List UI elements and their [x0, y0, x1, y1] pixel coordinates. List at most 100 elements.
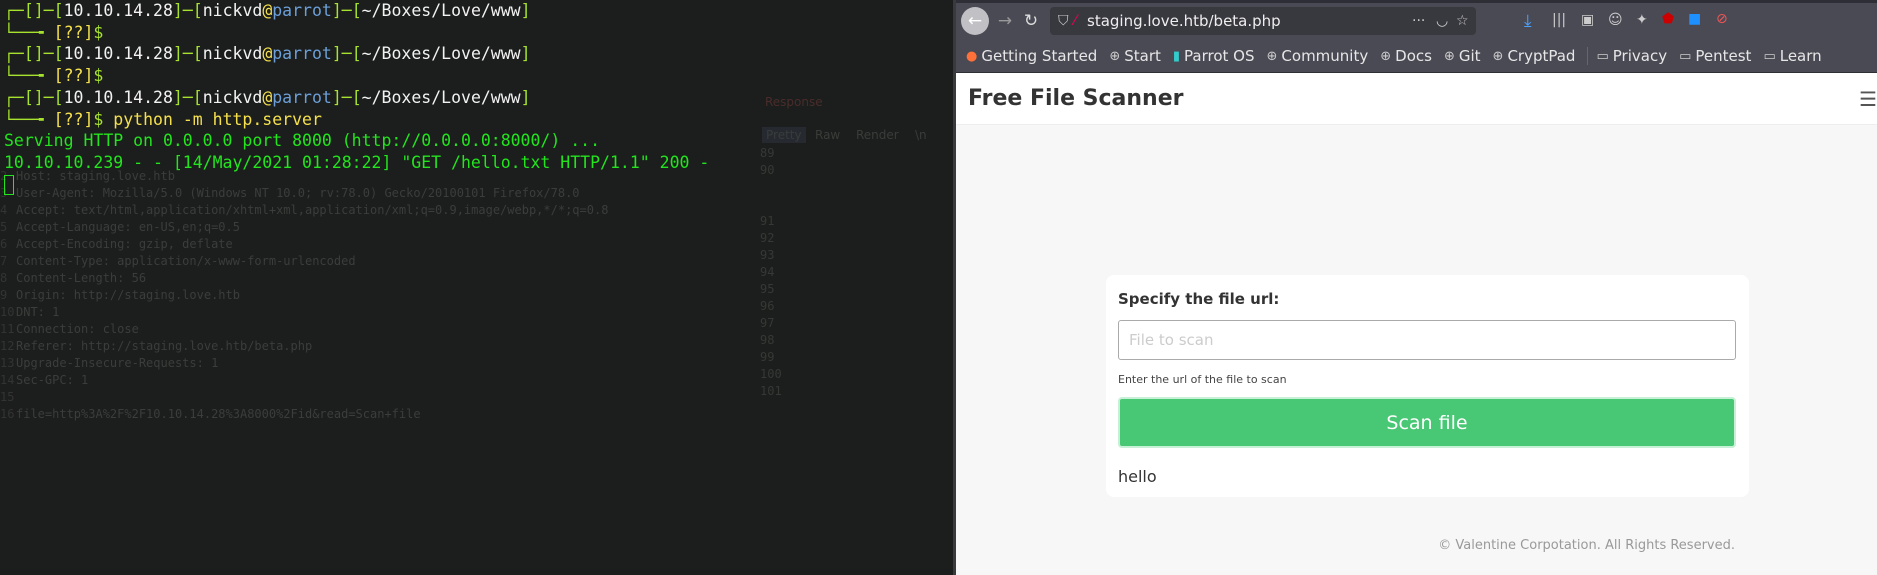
blocker-extension-icon[interactable]: ⊘	[1716, 11, 1728, 27]
burp-line-number: 92	[760, 231, 775, 245]
footer-copyright: © Valentine Corpotation. All Rights Rese…	[1438, 538, 1735, 553]
server-log-line: 10.10.10.239 - - [14/May/2021 01:28:22] …	[4, 152, 710, 172]
globe-icon: ⊕	[1380, 48, 1392, 64]
library-icon[interactable]: |||	[1552, 12, 1566, 28]
file-url-help: Enter the url of the file to scan	[1118, 373, 1287, 386]
terminal-window[interactable]: Response Pretty Raw Render \n 2 Host: sta…	[0, 0, 953, 575]
prompt-line: ┌─[]─[10.10.14.28]─[nickvd@parrot]─[~/Bo…	[4, 44, 531, 64]
prompt-input-line: └──╼ [??]$	[4, 66, 104, 86]
shield-icon: ⛉	[1058, 13, 1069, 29]
burp-request-line: 10 DNT: 1	[0, 305, 60, 319]
folder-icon: ▭	[1596, 48, 1609, 64]
burp-tab-render: Render	[856, 128, 899, 142]
burp-response-label: Response	[765, 95, 823, 109]
globe-icon: ⊕	[1266, 48, 1278, 64]
burp-response-line-numbers: 89 90 91 92 93 94 95 96 97 98 99 100 101	[760, 145, 782, 400]
scan-form-card: Specify the file url: Enter the url of t…	[1106, 275, 1749, 497]
bookmarks-bar: ● Getting Started ⊕ Start ▮ Parrot OS ⊕ Communi…	[956, 40, 1877, 73]
prompt-input-line: └──╼ [??]$ python -m http.server	[4, 109, 322, 129]
pocket-icon[interactable]: ◡	[1436, 7, 1448, 35]
back-button[interactable]: ←	[961, 7, 989, 35]
reload-button[interactable]: ↻	[1017, 7, 1045, 35]
bookmark-label: Git	[1458, 47, 1481, 65]
burp-line-number: 99	[760, 350, 775, 364]
burp-tab-newline: \n	[915, 128, 927, 142]
file-url-label: Specify the file url:	[1118, 290, 1280, 308]
download-icon[interactable]: ⤓	[1524, 11, 1532, 31]
bookmark-parrot-os[interactable]: ▮ Parrot OS	[1173, 47, 1255, 65]
forward-button[interactable]: →	[991, 7, 1019, 35]
bookmark-community[interactable]: ⊕ Community	[1267, 47, 1369, 65]
star-icon[interactable]: ☆	[1456, 7, 1469, 35]
s-extension-icon[interactable]: ■	[1688, 11, 1701, 27]
bookmark-privacy[interactable]: ▭ Privacy	[1587, 47, 1667, 65]
navbar: Free File Scanner ☰	[956, 73, 1877, 125]
bookmark-label: Privacy	[1612, 47, 1668, 65]
prompt-input-line: └──╼ [??]$	[4, 22, 104, 42]
burp-request-line: 12 Referer: http://staging.love.htb/beta.…	[0, 339, 313, 353]
bookmark-label: Community	[1281, 47, 1369, 65]
ublock-icon[interactable]: ⬟	[1662, 11, 1674, 27]
prompt-line: ┌─[]─[10.10.14.28]─[nickvd@parrot]─[~/Bo…	[4, 1, 531, 20]
account-icon[interactable]: ☺	[1608, 12, 1623, 28]
burp-line-number: 94	[760, 265, 775, 279]
bookmark-label: Pentest	[1695, 47, 1752, 65]
hamburger-menu-icon[interactable]: ☰	[1859, 87, 1877, 111]
file-url-input[interactable]	[1118, 320, 1736, 360]
globe-icon: ⊕	[1492, 48, 1504, 64]
burp-line-number: 91	[760, 214, 775, 228]
sidebar-icon[interactable]: ▣	[1581, 12, 1594, 28]
terminal-cursor	[4, 175, 14, 196]
burp-line-number: 90	[760, 163, 775, 177]
bookmark-cryptpad[interactable]: ⊕ CryptPad	[1493, 47, 1576, 65]
burp-request-line: 14 Sec-GPC: 1	[0, 373, 89, 387]
url-bar[interactable]: ⛉ ⁄ staging.love.htb/beta.php ··· ◡ ☆	[1050, 7, 1476, 35]
bookmark-label: Docs	[1395, 47, 1432, 65]
extension-icon[interactable]: ✦	[1636, 12, 1648, 28]
bookmark-label: CryptPad	[1507, 47, 1576, 65]
burp-line-number: 98	[760, 333, 775, 347]
burp-request-line: 5 Accept-Language: en-US,en;q=0.5	[0, 220, 240, 234]
folder-icon: ▭	[1679, 48, 1692, 64]
bookmark-label: Parrot OS	[1184, 47, 1255, 65]
page-content: Free File Scanner ☰ Specify the file url…	[956, 73, 1877, 575]
burp-line-number: 89	[760, 146, 775, 160]
burp-line-number: 93	[760, 248, 775, 262]
command: python -m http.server	[113, 109, 322, 129]
globe-icon: ⊕	[1109, 48, 1121, 64]
more-icon[interactable]: ···	[1412, 7, 1425, 35]
folder-icon: ▭	[1763, 48, 1776, 64]
burp-line-number: 95	[760, 282, 775, 296]
bookmark-label: Getting Started	[981, 47, 1098, 65]
bookmark-learn[interactable]: ▭ Learn	[1763, 47, 1821, 65]
bookmark-start[interactable]: ⊕ Start	[1109, 47, 1161, 65]
scan-result: hello	[1118, 467, 1157, 486]
browser-window: ← → ↻ ⌂ ⛉ ⁄ staging.love.htb/beta.php ··…	[956, 0, 1877, 575]
bookmark-pentest[interactable]: ▭ Pentest	[1679, 47, 1751, 65]
burp-line-number: 101	[760, 384, 782, 398]
burp-request-line: 16 file=http%3A%2F%2F10.10.14.28%3A8000%2…	[0, 407, 421, 421]
burp-tab-pretty: Pretty	[762, 127, 806, 143]
burp-request-line: 4 Accept: text/html,application/xhtml+xml…	[0, 203, 609, 217]
burp-line-number: 96	[760, 299, 775, 313]
page-title[interactable]: Free File Scanner	[968, 86, 1184, 111]
burp-request-line: 6 Accept-Encoding: gzip, deflate	[0, 237, 233, 251]
burp-request-line: 11 Connection: close	[0, 322, 139, 336]
globe-icon: ⊕	[1443, 48, 1455, 64]
parrot-icon: ▮	[1172, 48, 1181, 64]
burp-line-number: 97	[760, 316, 775, 330]
burp-line-number: 100	[760, 367, 782, 381]
server-log-line: Serving HTTP on 0.0.0.0 port 8000 (http:…	[4, 131, 601, 151]
bookmark-docs[interactable]: ⊕ Docs	[1380, 47, 1432, 65]
burp-tab-raw: Raw	[815, 128, 841, 142]
burp-request-background: 2 Host: staging.love.htb 3 User-Agent: Mozi…	[0, 168, 608, 423]
terminal-output: ┌─[]─[10.10.14.28]─[nickvd@parrot]─[~/Bo…	[4, 0, 710, 196]
prompt-line: ┌─[]─[10.10.14.28]─[nickvd@parrot]─[~/Bo…	[4, 87, 531, 107]
burp-request-line: 15	[0, 390, 15, 404]
bookmark-getting-started[interactable]: ● Getting Started	[966, 47, 1097, 65]
firefox-icon: ●	[966, 48, 978, 64]
insecure-lock-icon: ⁄	[1074, 13, 1077, 29]
bookmark-label: Learn	[1779, 47, 1822, 65]
scan-file-button[interactable]: Scan file	[1118, 397, 1736, 448]
bookmark-git[interactable]: ⊕ Git	[1444, 47, 1481, 65]
